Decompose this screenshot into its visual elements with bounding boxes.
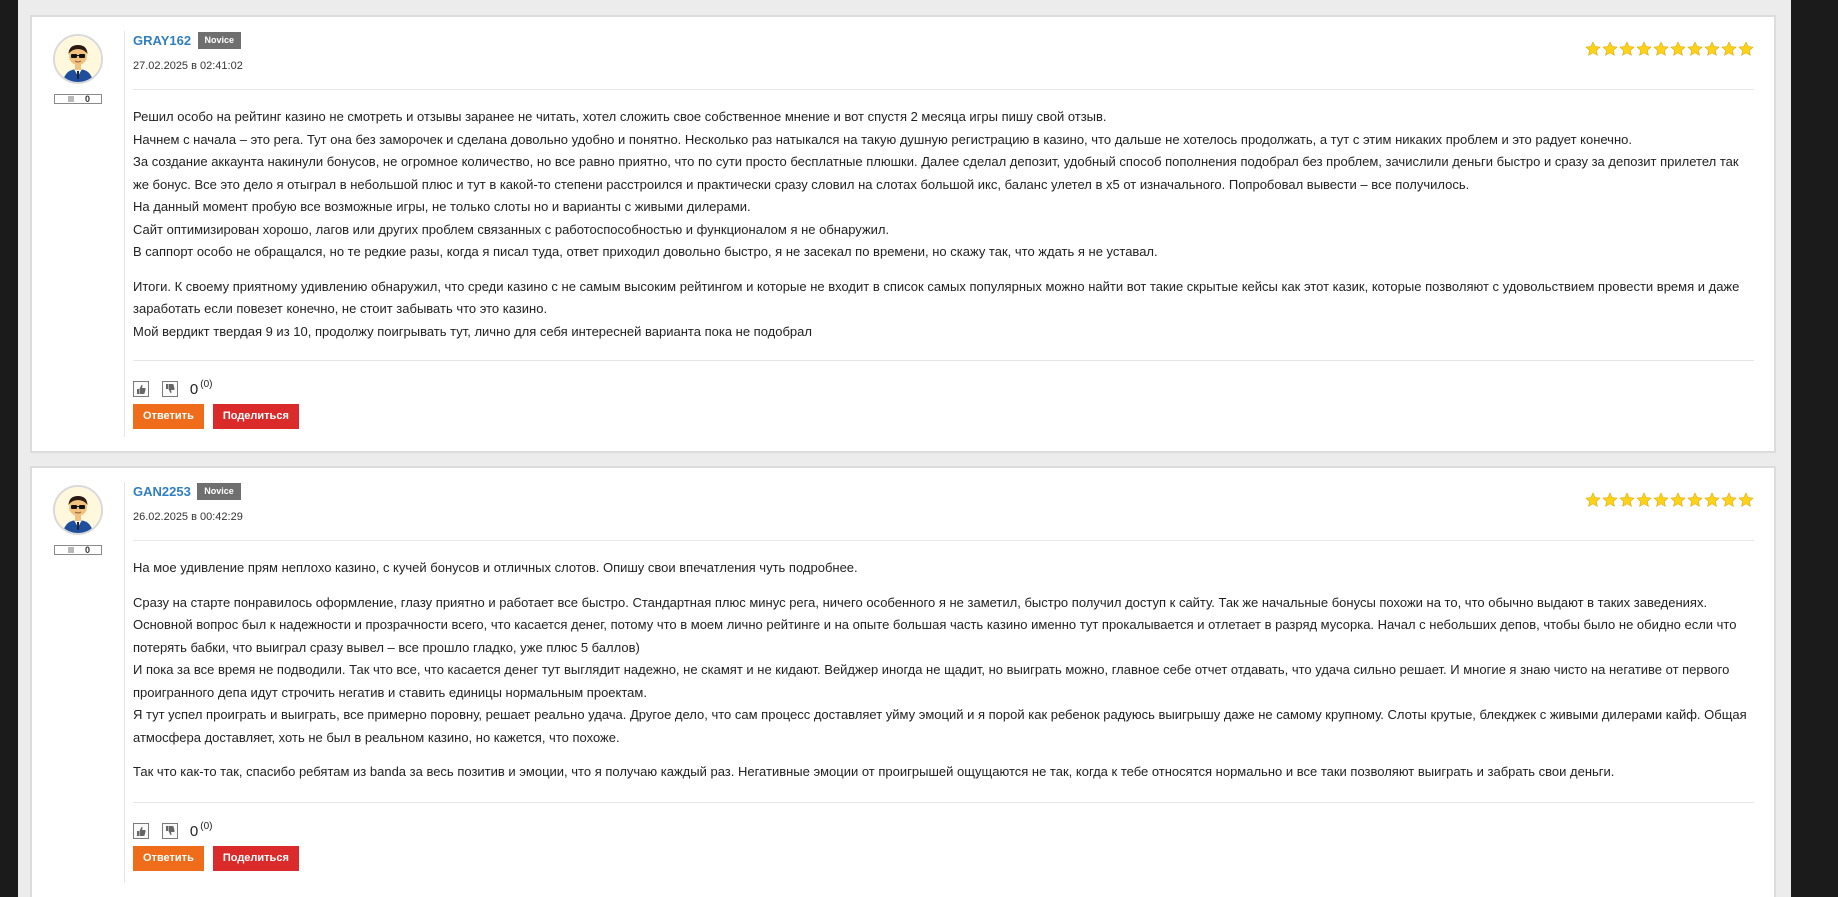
star-icon xyxy=(1653,41,1669,56)
review-text: Решил особо на рейтинг казино не смотрет… xyxy=(133,106,1754,343)
reputation-value: 0 xyxy=(85,94,91,104)
review-card: 0 GRAY162 Novice 27.02.2025 в 02:41:02 Р… xyxy=(30,15,1776,453)
star-icon xyxy=(1687,41,1703,56)
share-button[interactable]: Поделиться xyxy=(212,404,299,429)
review-card: 0 GAN2253 Novice 26.02.2025 в 00:42:29 Н… xyxy=(30,466,1776,897)
username-link[interactable]: GAN2253 xyxy=(133,484,191,499)
review-paragraph: Сразу на старте понравилось оформление, … xyxy=(133,592,1754,750)
review-line: В саппорт особо не обращался, но те редк… xyxy=(133,244,1158,259)
review-paragraph: Так что как-то так, спасибо ребятам из b… xyxy=(133,761,1754,784)
avatar[interactable] xyxy=(53,485,103,535)
vote-row: 0 (0) xyxy=(133,379,212,401)
review-paragraph: Решил особо на рейтинг казино не смотрет… xyxy=(133,106,1754,264)
review-line: На данный момент пробую все возможные иг… xyxy=(133,199,751,214)
review-actions: Ответить Поделиться xyxy=(133,846,299,871)
reputation-bar xyxy=(68,96,74,102)
reputation-meter: 0 xyxy=(54,94,102,104)
star-icon xyxy=(1585,41,1601,56)
avatar-image xyxy=(55,36,101,82)
rank-badge: Novice xyxy=(197,32,242,50)
review-author-panel: 0 xyxy=(32,468,124,897)
star-icon xyxy=(1636,41,1652,56)
review-line: Итоги. К своему приятному удивлению обна… xyxy=(133,278,1740,317)
share-button[interactable]: Поделиться xyxy=(212,846,299,871)
star-icon xyxy=(1602,41,1618,56)
star-icon xyxy=(1738,41,1754,56)
review-line: Так что как-то так, спасибо ребятам из b… xyxy=(133,764,1615,779)
review-line: Сразу на старте понравилось оформление, … xyxy=(133,594,1737,655)
avatar-image xyxy=(55,487,101,533)
review-author-panel: 0 xyxy=(32,17,124,451)
reputation-value: 0 xyxy=(85,545,91,555)
vote-score: 0 (0) xyxy=(190,379,213,398)
thumbs-up-icon[interactable] xyxy=(133,822,149,839)
avatar[interactable] xyxy=(53,34,103,84)
review-header: GAN2253 Novice xyxy=(133,483,241,503)
review-line: За создание аккаунта накинули бонусов, н… xyxy=(133,154,1739,192)
thumbs-down-icon[interactable] xyxy=(162,822,179,839)
rank-badge: Novice xyxy=(197,483,241,501)
vote-row: 0 (0) xyxy=(133,821,212,843)
score-value: 0 xyxy=(189,823,199,840)
review-line: Сайт оптимизирован хорошо, лагов или дру… xyxy=(133,221,890,237)
reputation-bar xyxy=(68,547,74,553)
review-date: 27.02.2025 в 02:41:02 xyxy=(133,60,243,72)
star-icon xyxy=(1619,41,1635,56)
review-line: На мое удивление прям неплохо казино, с … xyxy=(133,560,858,575)
review-date: 26.02.2025 в 00:42:29 xyxy=(133,511,243,523)
star-icon xyxy=(1721,41,1737,56)
star-icon xyxy=(1636,492,1652,507)
reply-button[interactable]: Ответить xyxy=(133,404,204,429)
review-header: GRAY162 Novice xyxy=(133,32,242,52)
thumbs-down-icon[interactable] xyxy=(162,380,179,397)
review-line: Решил особо на рейтинг казино не смотрет… xyxy=(133,109,1107,124)
footer-divider xyxy=(133,802,1754,803)
review-line: И пока за все время не подводили. Так чт… xyxy=(133,662,1730,700)
reply-button[interactable]: Ответить xyxy=(133,846,204,871)
column-divider xyxy=(124,482,125,883)
review-actions: Ответить Поделиться xyxy=(133,404,299,429)
review-line: Я тут успел проиграть и выиграть, все пр… xyxy=(133,707,1747,745)
star-icon xyxy=(1738,492,1754,507)
review-line: Начнем с начала – это рега. Тут она без … xyxy=(133,131,1632,147)
vote-score: 0 (0) xyxy=(190,821,213,840)
rating-stars xyxy=(1585,41,1754,57)
review-paragraph: Итоги. К своему приятному удивлению обна… xyxy=(133,276,1754,344)
review-paragraph: На мое удивление прям неплохо казино, с … xyxy=(133,557,1754,580)
vote-count: (0) xyxy=(200,821,213,832)
star-icon xyxy=(1670,41,1686,56)
star-icon xyxy=(1619,492,1635,507)
score-value: 0 xyxy=(189,381,199,398)
star-icon xyxy=(1704,41,1720,56)
star-icon xyxy=(1653,492,1669,507)
review-text: На мое удивление прям неплохо казино, с … xyxy=(133,557,1754,784)
rating-stars xyxy=(1585,492,1754,508)
star-icon xyxy=(1585,492,1601,507)
star-icon xyxy=(1721,492,1737,507)
reviews-page: 0 GRAY162 Novice 27.02.2025 в 02:41:02 Р… xyxy=(18,0,1791,897)
column-divider xyxy=(124,31,125,437)
star-icon xyxy=(1704,492,1720,507)
header-divider xyxy=(133,89,1754,90)
header-divider xyxy=(133,540,1754,541)
vote-count: (0) xyxy=(200,379,213,390)
star-icon xyxy=(1687,492,1703,507)
review-line: Мой вердикт твердая 9 из 10, продолжу по… xyxy=(133,323,812,339)
footer-divider xyxy=(133,360,1754,361)
thumbs-up-icon[interactable] xyxy=(133,380,149,397)
username-link[interactable]: GRAY162 xyxy=(133,33,191,48)
reputation-meter: 0 xyxy=(54,545,102,555)
star-icon xyxy=(1670,492,1686,507)
star-icon xyxy=(1602,492,1618,507)
